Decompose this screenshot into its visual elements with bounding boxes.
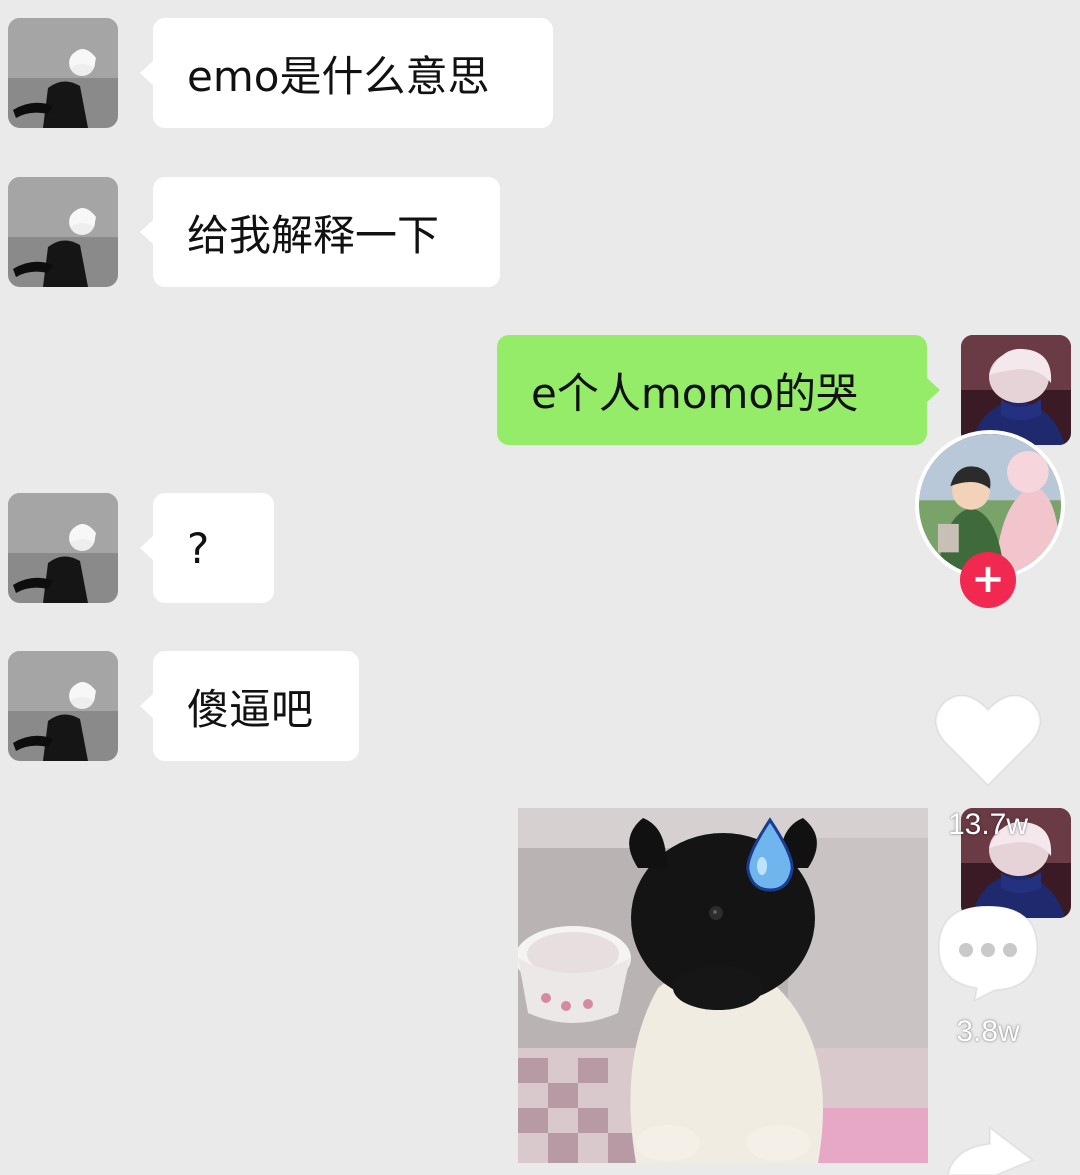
- comment-count: 3.8w: [956, 1015, 1020, 1048]
- share-arrow-icon: [946, 1125, 1034, 1175]
- contact-avatar[interactable]: [8, 651, 118, 761]
- message-text: 给我解释一下: [187, 210, 440, 260]
- contact-avatar-image: [8, 177, 118, 287]
- heart-icon: [935, 694, 1041, 787]
- message-text: e个人momo的哭: [531, 368, 859, 418]
- message-text: emo是什么意思: [187, 51, 490, 101]
- plus-icon: +: [971, 556, 1005, 602]
- puppy-sweat-drop-sticker: [518, 808, 928, 1163]
- like-count: 13.7w: [947, 808, 1029, 841]
- comment-button[interactable]: [935, 902, 1041, 1002]
- my-avatar-image: [961, 335, 1071, 445]
- message-text: 傻逼吧: [187, 684, 314, 734]
- contact-avatar[interactable]: [8, 493, 118, 603]
- chat-screen: emo是什么意思 给我解释一下 e个人momo的哭 ? 傻逼吧 + 13.7w …: [0, 0, 1080, 1175]
- like-button[interactable]: [933, 690, 1043, 790]
- share-button[interactable]: [940, 1120, 1040, 1175]
- message-bubble[interactable]: ?: [140, 493, 274, 603]
- contact-avatar-image: [8, 493, 118, 603]
- my-avatar[interactable]: [961, 335, 1071, 445]
- message-bubble[interactable]: 傻逼吧: [140, 651, 359, 761]
- contact-avatar-image: [8, 651, 118, 761]
- follow-button[interactable]: +: [960, 552, 1016, 608]
- message-bubble[interactable]: emo是什么意思: [140, 18, 553, 128]
- message-bubble[interactable]: 给我解释一下: [140, 177, 500, 287]
- sticker-image[interactable]: [518, 808, 928, 1163]
- message-bubble-outgoing[interactable]: e个人momo的哭: [497, 335, 940, 445]
- comment-bubble-icon: [937, 904, 1039, 1002]
- contact-avatar[interactable]: [8, 18, 118, 128]
- contact-avatar-image: [8, 18, 118, 128]
- message-text: ?: [187, 523, 210, 573]
- contact-avatar[interactable]: [8, 177, 118, 287]
